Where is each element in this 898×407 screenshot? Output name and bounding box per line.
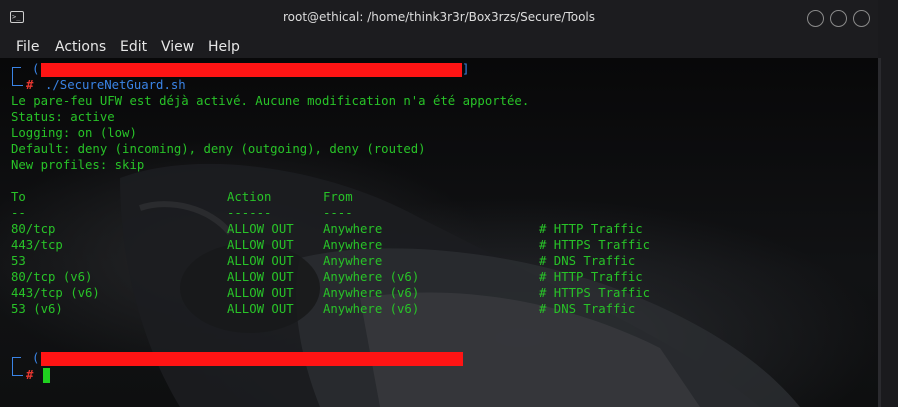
terminal-scrollbar[interactable] [878,58,881,407]
output-line: New profiles: skip [11,158,145,172]
prompt-hash: # [26,368,34,382]
rule-to: 80/tcp (v6) [11,270,93,284]
minimize-icon[interactable] [807,10,824,27]
output-line: Le pare-feu UFW est déjà activé. Aucune … [11,94,530,108]
rule-action: ALLOW OUT [227,302,294,316]
prompt-paren: ( [32,62,40,76]
rule-comment: # HTTP Traffic [539,270,643,284]
maximize-icon[interactable] [830,10,847,27]
redacted-username [41,352,463,366]
rule-from: Anywhere [323,222,383,236]
rule-to: 443/tcp [11,238,63,252]
rule-from: Anywhere (v6) [323,286,420,300]
rule-action: ALLOW OUT [227,270,294,284]
rule-comment: # HTTP Traffic [539,222,643,236]
table-header-underline: -- [11,206,26,220]
table-header-underline: ---- [323,206,353,220]
rule-action: ALLOW OUT [227,254,294,268]
rule-to: 443/tcp (v6) [11,286,100,300]
prompt-hash: # [26,78,34,92]
rule-comment: # DNS Traffic [539,302,636,316]
table-header-action: Action [227,190,272,204]
menu-help[interactable]: Help [208,38,240,56]
prompt-paren-close: ] [462,62,470,76]
menu-actions[interactable]: Actions [55,38,106,56]
redacted-username [41,63,462,77]
command-text: ./SecureNetGuard.sh [45,78,186,92]
window-titlebar[interactable]: >_ root@ethical: /home/think3r3r/Box3rzs… [0,0,878,38]
text-cursor [43,368,50,383]
rule-to: 53 [11,254,26,268]
rule-from: Anywhere [323,254,383,268]
menu-view[interactable]: View [161,38,194,56]
rule-comment: # HTTPS Traffic [539,238,651,252]
rule-from: Anywhere (v6) [323,270,420,284]
output-line: Logging: on (low) [11,126,137,140]
menu-edit[interactable]: Edit [120,38,147,56]
rule-action: ALLOW OUT [227,286,294,300]
output-line: Status: active [11,110,115,124]
output-line: Default: deny (incoming), deny (outgoing… [11,142,426,156]
prompt-paren: ( [32,351,40,365]
rule-action: ALLOW OUT [227,222,294,236]
prompt-frame-bottom [12,77,23,86]
rule-comment: # HTTPS Traffic [539,286,651,300]
table-header-to: To [11,190,26,204]
table-header-underline: ------ [227,206,272,220]
rule-from: Anywhere [323,238,383,252]
rule-to: 80/tcp [11,222,56,236]
rule-from: Anywhere (v6) [323,302,420,316]
rule-comment: # DNS Traffic [539,254,636,268]
terminal-output[interactable]: ( ] # ./SecureNetGuard.sh Le pare-feu UF… [0,58,878,407]
menu-file[interactable]: File [16,38,39,56]
rule-to: 53 (v6) [11,302,63,316]
window-title: root@ethical: /home/think3r3r/Box3rzs/Se… [282,10,596,24]
menu-bar: File Actions Edit View Help [0,38,878,58]
close-icon[interactable] [853,10,870,27]
table-header-from: From [323,190,353,204]
prompt-frame-bottom [12,367,23,376]
rule-action: ALLOW OUT [227,238,294,252]
window-edge [878,0,898,407]
